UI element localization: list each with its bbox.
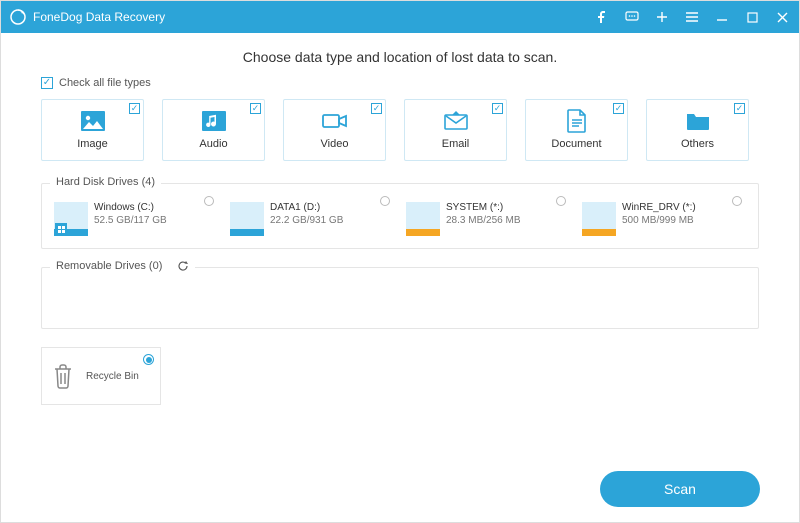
type-card-email[interactable]: ✓ Email [404,99,507,161]
windows-badge-icon [55,223,67,235]
facebook-icon[interactable] [593,8,611,26]
drive-item[interactable]: DATA1 (D:) 22.2 GB/931 GB [230,202,394,236]
checkbox-icon: ✓ [492,103,503,114]
image-icon [80,110,106,132]
radio-selected-icon [143,354,154,365]
refresh-icon[interactable] [177,260,189,272]
checkbox-icon: ✓ [41,77,53,89]
plus-icon[interactable] [653,8,671,26]
drive-size: 500 MB/999 MB [622,215,696,226]
page-prompt: Choose data type and location of lost da… [41,49,759,65]
checkbox-icon: ✓ [371,103,382,114]
drive-name: DATA1 (D:) [270,202,343,213]
hard-disk-section: Hard Disk Drives (4) Windows (C:)52.5 GB… [41,183,759,249]
recycle-bin-icon [48,359,78,393]
radio-icon[interactable] [556,196,566,206]
disk-icon [582,202,616,236]
check-all-label: Check all file types [59,77,151,89]
type-label: Document [551,138,601,150]
checkbox-icon: ✓ [250,103,261,114]
disk-icon [54,202,88,236]
checkbox-icon: ✓ [734,103,745,114]
folder-icon [685,110,711,132]
recycle-bin-label: Recycle Bin [86,371,139,382]
disk-icon [230,202,264,236]
radio-icon[interactable] [204,196,214,206]
app-title: FoneDog Data Recovery [33,10,165,24]
type-card-audio[interactable]: ✓ Audio [162,99,265,161]
type-label: Audio [199,138,227,150]
maximize-icon[interactable] [743,8,761,26]
drive-name: SYSTEM (*:) [446,202,520,213]
app-logo-icon [9,8,27,26]
file-type-row: ✓ Image ✓ Audio ✓ Video ✓ Email ✓ Document ✓ Others [41,99,759,161]
type-label: Email [442,138,470,150]
check-all-file-types[interactable]: ✓ Check all file types [41,77,759,89]
type-label: Video [321,138,349,150]
radio-icon[interactable] [380,196,390,206]
radio-icon[interactable] [732,196,742,206]
titlebar: FoneDog Data Recovery [1,1,799,33]
drive-size: 22.2 GB/931 GB [270,215,343,226]
removable-legend-text: Removable Drives (0) [56,260,162,272]
menu-icon[interactable] [683,8,701,26]
drive-text: DATA1 (D:) 22.2 GB/931 GB [270,202,343,226]
type-card-folder[interactable]: ✓ Others [646,99,749,161]
type-card-image[interactable]: ✓ Image [41,99,144,161]
scan-button[interactable]: Scan [600,471,760,507]
drive-text: Windows (C:) 52.5 GB/117 GB [94,202,167,226]
drive-name: Windows (C:) [94,202,167,213]
recycle-bin-option[interactable]: Recycle Bin [41,347,161,405]
type-label: Image [77,138,108,150]
disk-icon [406,202,440,236]
video-icon [322,110,348,132]
drive-text: SYSTEM (*:) 28.3 MB/256 MB [446,202,520,226]
removable-legend: Removable Drives (0) [50,260,195,272]
type-card-video[interactable]: ✓ Video [283,99,386,161]
checkbox-icon: ✓ [129,103,140,114]
email-icon [443,110,469,132]
drive-text: WinRE_DRV (*:) 500 MB/999 MB [622,202,696,226]
drive-item[interactable]: Windows (C:) 52.5 GB/117 GB [54,202,218,236]
drive-row: Windows (C:) 52.5 GB/117 GB DATA1 (D:) 22.2… [54,202,746,236]
drive-item[interactable]: WinRE_DRV (*:) 500 MB/999 MB [582,202,746,236]
checkbox-icon: ✓ [613,103,624,114]
drive-name: WinRE_DRV (*:) [622,202,696,213]
feedback-icon[interactable] [623,8,641,26]
removable-section: Removable Drives (0) [41,267,759,329]
drive-item[interactable]: SYSTEM (*:) 28.3 MB/256 MB [406,202,570,236]
main-content: Choose data type and location of lost da… [1,33,799,405]
hard-disk-legend: Hard Disk Drives (4) [50,176,161,188]
document-icon [564,110,590,132]
close-icon[interactable] [773,8,791,26]
type-card-document[interactable]: ✓ Document [525,99,628,161]
audio-icon [201,110,227,132]
minimize-icon[interactable] [713,8,731,26]
drive-size: 28.3 MB/256 MB [446,215,520,226]
app-brand: FoneDog Data Recovery [9,8,165,26]
titlebar-controls [593,8,791,26]
type-label: Others [681,138,714,150]
drive-size: 52.5 GB/117 GB [94,215,167,226]
